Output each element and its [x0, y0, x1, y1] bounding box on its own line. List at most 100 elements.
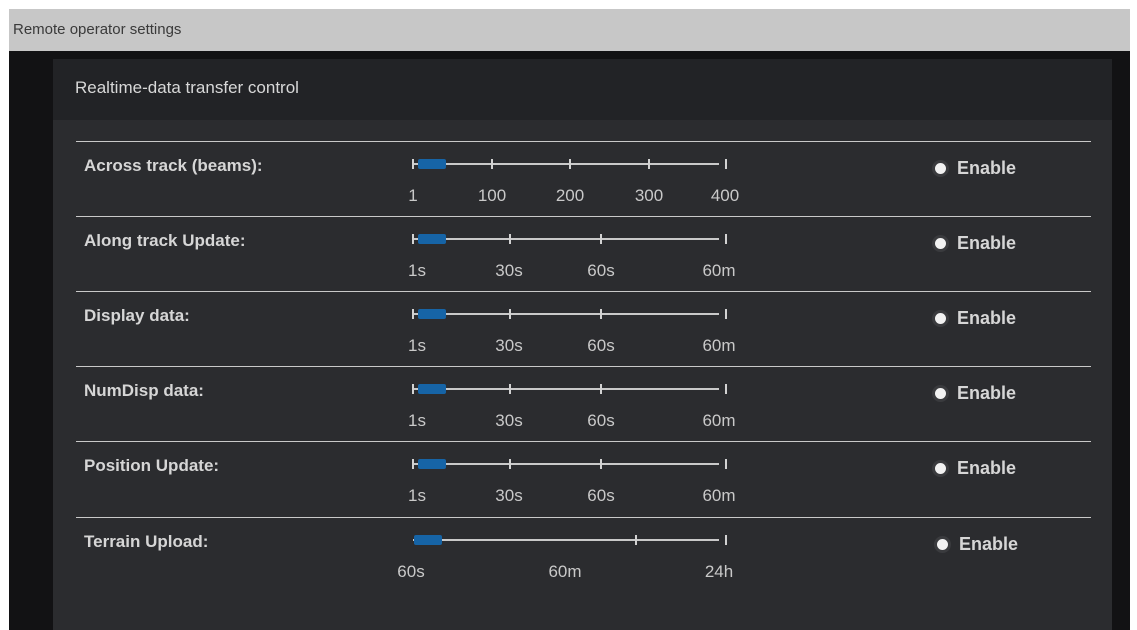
enable-label: Enable — [957, 308, 1017, 328]
slider-handle[interactable] — [414, 535, 442, 545]
row-label: Position Update: — [84, 456, 220, 475]
row-label: Across track (beams): — [84, 156, 263, 175]
slider-tick — [725, 459, 727, 469]
row-across-track: Across track (beams): 1 100 200 300 400 … — [76, 141, 1091, 217]
enable-label: Enable — [957, 158, 1017, 178]
slider-tick — [412, 459, 414, 469]
tick-label: 60s — [397, 562, 425, 581]
slider-tick — [509, 384, 511, 394]
enable-label: Enable — [957, 233, 1017, 253]
enable-radio[interactable] — [932, 460, 949, 477]
tick-label: 1s — [408, 486, 426, 505]
slider-tick — [725, 535, 727, 545]
slider-tick — [412, 234, 414, 244]
enable-toggle[interactable]: Enable — [932, 383, 1016, 404]
slider-tick — [569, 159, 571, 169]
slider-handle[interactable] — [418, 384, 446, 394]
window-titlebar: Remote operator settings — [9, 9, 1130, 51]
slider-tick — [725, 384, 727, 394]
tick-label: 1 — [408, 186, 418, 205]
slider-tick — [600, 384, 602, 394]
tick-label: 60s — [587, 336, 615, 355]
settings-window: Remote operator settings Realtime-data t… — [9, 9, 1130, 630]
row-along-track-update: Along track Update: 1s 30s 60s 60m Enabl… — [76, 216, 1091, 292]
across-track-slider[interactable]: 1 100 200 300 400 — [405, 155, 739, 207]
tick-label: 1s — [408, 411, 426, 430]
position-update-slider[interactable]: 1s 30s 60s 60m — [405, 455, 736, 507]
enable-toggle[interactable]: Enable — [932, 308, 1016, 329]
row-display-data: Display data: 1s 30s 60s 60m Enable — [76, 291, 1091, 367]
slider-tick — [412, 309, 414, 319]
numdisp-data-slider[interactable]: 1s 30s 60s 60m — [405, 380, 736, 432]
enable-label: Enable — [957, 383, 1017, 403]
panel-title: Realtime-data transfer control — [75, 78, 299, 97]
row-label: Terrain Upload: — [84, 532, 209, 551]
tick-label: 60m — [702, 336, 736, 355]
tick-label: 30s — [495, 261, 523, 280]
slider-tick — [600, 459, 602, 469]
slider-track — [413, 539, 719, 541]
enable-radio[interactable] — [932, 310, 949, 327]
slider-track — [413, 163, 719, 165]
slider-handle[interactable] — [418, 234, 446, 244]
slider-tick — [412, 384, 414, 394]
enable-radio[interactable] — [934, 536, 951, 553]
slider-track — [413, 238, 719, 240]
slider-tick — [635, 535, 637, 545]
slider-tick — [509, 459, 511, 469]
enable-toggle[interactable]: Enable — [932, 458, 1016, 479]
tick-label: 400 — [710, 186, 740, 205]
slider-tick — [509, 309, 511, 319]
enable-radio[interactable] — [932, 160, 949, 177]
slider-tick — [491, 159, 493, 169]
tick-label: 60s — [587, 411, 615, 430]
window-title: Remote operator settings — [13, 21, 182, 38]
slider-tick — [412, 159, 414, 169]
slider-tick — [509, 234, 511, 244]
enable-label: Enable — [959, 534, 1019, 554]
tick-label: 30s — [495, 336, 523, 355]
slider-handle[interactable] — [418, 459, 446, 469]
terrain-upload-slider[interactable]: 60s 60m 24h — [397, 531, 733, 583]
display-data-slider[interactable]: 1s 30s 60s 60m — [405, 305, 736, 357]
realtime-transfer-panel: Realtime-data transfer control Across tr… — [53, 59, 1112, 630]
enable-toggle[interactable]: Enable — [932, 233, 1016, 254]
row-position-update: Position Update: 1s 30s 60s 60m Enable — [76, 441, 1091, 517]
tick-label: 200 — [555, 186, 585, 205]
row-label: NumDisp data: — [84, 381, 204, 400]
slider-tick — [725, 159, 727, 169]
slider-track — [413, 388, 719, 390]
row-numdisp-data: NumDisp data: 1s 30s 60s 60m Enable — [76, 366, 1091, 442]
enable-radio[interactable] — [932, 385, 949, 402]
row-label: Display data: — [84, 306, 190, 325]
tick-label: 60m — [702, 486, 736, 505]
slider-track — [413, 313, 719, 315]
tick-label: 24h — [704, 562, 734, 581]
tick-label: 60m — [702, 411, 736, 430]
enable-label: Enable — [957, 458, 1017, 478]
enable-radio[interactable] — [932, 235, 949, 252]
tick-label: 60s — [587, 261, 615, 280]
tick-label: 300 — [634, 186, 664, 205]
row-terrain-upload: Terrain Upload: 60s 60m 24h Enable — [76, 517, 1091, 593]
slider-handle[interactable] — [418, 159, 446, 169]
tick-label: 30s — [495, 486, 523, 505]
tick-label: 60m — [702, 261, 736, 280]
tick-label: 1s — [408, 261, 426, 280]
slider-tick — [648, 159, 650, 169]
along-track-update-slider[interactable]: 1s 30s 60s 60m — [405, 230, 736, 282]
tick-label: 100 — [477, 186, 507, 205]
slider-handle[interactable] — [418, 309, 446, 319]
tick-label: 30s — [495, 411, 523, 430]
enable-toggle[interactable]: Enable — [934, 534, 1018, 555]
tick-label: 1s — [408, 336, 426, 355]
tick-label: 60m — [548, 562, 582, 581]
tick-label: 60s — [587, 486, 615, 505]
slider-tick — [725, 309, 727, 319]
slider-tick — [725, 234, 727, 244]
row-label: Along track Update: — [84, 231, 246, 250]
panel-header: Realtime-data transfer control — [53, 59, 1112, 120]
slider-tick — [600, 309, 602, 319]
slider-tick — [600, 234, 602, 244]
enable-toggle[interactable]: Enable — [932, 158, 1016, 179]
